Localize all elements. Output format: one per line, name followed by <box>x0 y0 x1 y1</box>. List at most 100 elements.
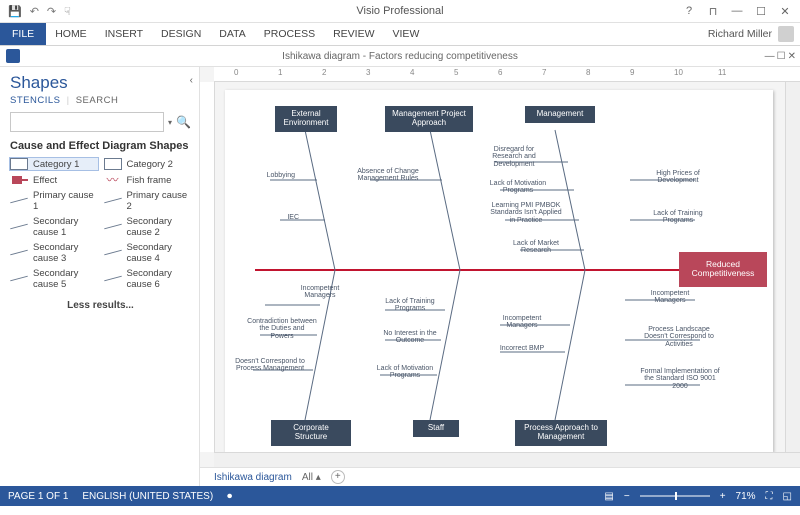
stencils-tab[interactable]: STENCILS <box>10 95 60 106</box>
shape-fish-frame[interactable]: 〰Fish frame <box>104 174 192 186</box>
tab-process[interactable]: PROCESS <box>255 23 324 45</box>
doc-close-icon[interactable]: ✕ <box>788 51 796 62</box>
shape-primary-cause-1[interactable]: Primary cause 1 <box>10 190 98 212</box>
ribbon-display-icon[interactable]: ⊓ <box>702 5 724 18</box>
tab-design[interactable]: DESIGN <box>152 23 210 45</box>
cause-process-landscape[interactable]: Process Landscape Doesn't Correspond to … <box>639 326 719 348</box>
undo-icon[interactable]: ↶ <box>30 5 39 18</box>
shape-category-2[interactable]: Category 2 <box>104 158 192 170</box>
fit-page-icon[interactable]: ⛶ <box>766 491 773 502</box>
cause-not-process[interactable]: Doesn't Correspond to Process Management <box>235 358 305 373</box>
tab-view[interactable]: VIEW <box>384 23 429 45</box>
app-title: Visio Professional <box>356 5 443 17</box>
cause-lack-market[interactable]: Lack of Market Research <box>501 240 571 255</box>
cat-staff[interactable]: Staff <box>413 420 459 437</box>
drawing-canvas[interactable]: External Environment Management Project … <box>215 82 785 452</box>
category-icon <box>10 158 28 170</box>
search-input[interactable] <box>10 112 164 132</box>
effect-icon <box>10 174 28 186</box>
cause-incompetent-mgrs[interactable]: Incompetent Managers <box>285 285 355 300</box>
pan-zoom-icon[interactable]: ◱ <box>783 491 792 502</box>
tab-file[interactable]: FILE <box>0 23 46 45</box>
minimize-icon[interactable]: — <box>726 5 748 18</box>
zoom-slider[interactable] <box>640 495 710 497</box>
cat-external-environment[interactable]: External Environment <box>275 106 337 132</box>
user-area[interactable]: Richard Miller <box>708 26 800 42</box>
tab-home[interactable]: HOME <box>46 23 96 45</box>
cause-lack-motivation[interactable]: Lack of Motivation Programs <box>483 180 553 195</box>
cat-process-approach[interactable]: Process Approach to Management <box>515 420 607 446</box>
shape-secondary-cause-5[interactable]: Secondary cause 5 <box>10 268 98 290</box>
redo-icon[interactable]: ↷ <box>47 5 56 18</box>
cause-absence-change[interactable]: Absence of Change Management Rules <box>353 168 423 183</box>
shape-category-1[interactable]: Category 1 <box>10 158 98 170</box>
scrollbar-horizontal[interactable] <box>214 452 800 467</box>
doc-minimize-icon[interactable]: — <box>765 51 775 62</box>
macro-record-icon[interactable]: ⏺ <box>227 491 232 502</box>
presentation-mode-icon[interactable]: ▤ <box>604 491 613 502</box>
cause-incorrect-bmp[interactable]: Incorrect BMP <box>487 345 557 352</box>
avatar-icon <box>778 26 794 42</box>
cause-high-prices[interactable]: High Prices of Development <box>643 170 713 185</box>
cause-iec[interactable]: IEC <box>269 214 299 221</box>
close-icon[interactable]: ✕ <box>774 5 796 18</box>
visio-file-icon <box>6 49 20 63</box>
line-icon <box>104 273 122 285</box>
cause-disregard[interactable]: Disregard for Research and Development <box>479 146 549 168</box>
cause-incompetent-mgrs-3[interactable]: Incompetent Managers <box>635 290 705 305</box>
search-dropdown-icon[interactable]: ▾ <box>168 118 172 127</box>
zoom-level[interactable]: 71% <box>736 491 756 502</box>
collapse-panel-icon[interactable]: ‹ <box>190 75 193 86</box>
body-area: ‹ Shapes STENCILS | SEARCH ▾ 🔍 Cause and… <box>0 67 800 486</box>
shape-secondary-cause-1[interactable]: Secondary cause 1 <box>10 216 98 238</box>
document-title-bar: Ishikawa diagram - Factors reducing comp… <box>0 46 800 67</box>
doc-maximize-icon[interactable]: ☐ <box>777 51 786 62</box>
shape-primary-cause-2[interactable]: Primary cause 2 <box>104 190 192 212</box>
shape-secondary-cause-2[interactable]: Secondary cause 2 <box>104 216 192 238</box>
zoom-in-icon[interactable]: + <box>720 491 726 502</box>
ruler-horizontal: 0 1 2 3 4 5 6 7 8 9 10 11 <box>214 67 800 82</box>
cat-management-project-approach[interactable]: Management Project Approach <box>385 106 473 132</box>
category-icon <box>104 158 122 170</box>
window-controls: ? ⊓ — ☐ ✕ <box>678 5 800 18</box>
cause-lack-training[interactable]: Lack of Training Programs <box>643 210 713 225</box>
help-icon[interactable]: ? <box>678 5 700 18</box>
sheet-tab-all[interactable]: All ▴ <box>302 472 321 483</box>
tab-review[interactable]: REVIEW <box>324 23 383 45</box>
add-sheet-icon[interactable]: + <box>331 470 345 484</box>
cause-lack-motivation-2[interactable]: Lack of Motivation Programs <box>370 365 440 380</box>
cause-lobbying[interactable]: Lobbying <box>255 172 295 179</box>
cause-incompetent-mgrs-2[interactable]: Incompetent Managers <box>487 315 557 330</box>
maximize-icon[interactable]: ☐ <box>750 5 772 18</box>
search-icon[interactable]: 🔍 <box>176 115 191 129</box>
ribbon-tabs: FILE HOME INSERT DESIGN DATA PROCESS REV… <box>0 23 800 45</box>
cat-corporate-structure[interactable]: Corporate Structure <box>271 420 351 446</box>
cat-management[interactable]: Management <box>525 106 595 123</box>
touch-mode-icon[interactable]: ☟ <box>64 5 71 18</box>
tab-data[interactable]: DATA <box>210 23 254 45</box>
save-icon[interactable]: 💾 <box>8 5 22 18</box>
zoom-out-icon[interactable]: − <box>624 491 630 502</box>
quick-access-toolbar: 💾 ↶ ↷ ☟ <box>0 5 71 18</box>
effect-box[interactable]: Reduced Competitiveness <box>679 252 767 287</box>
status-language[interactable]: ENGLISH (UNITED STATES) <box>82 491 213 502</box>
shape-secondary-cause-3[interactable]: Secondary cause 3 <box>10 242 98 264</box>
shape-secondary-cause-6[interactable]: Secondary cause 6 <box>104 268 192 290</box>
shape-effect[interactable]: Effect <box>10 174 98 186</box>
sheet-tab-active[interactable]: Ishikawa diagram <box>214 472 292 483</box>
scrollbar-vertical[interactable] <box>785 82 800 452</box>
page: External Environment Management Project … <box>225 90 773 452</box>
tab-insert[interactable]: INSERT <box>96 23 152 45</box>
line-icon <box>104 247 122 259</box>
title-bar: 💾 ↶ ↷ ☟ Visio Professional ? ⊓ — ☐ ✕ <box>0 0 800 23</box>
ribbon: FILE HOME INSERT DESIGN DATA PROCESS REV… <box>0 23 800 46</box>
less-results-link[interactable]: Less results... <box>10 300 191 311</box>
cause-formal-iso[interactable]: Formal Implementation of the Standard IS… <box>639 368 721 390</box>
search-tab[interactable]: SEARCH <box>76 95 119 106</box>
cause-lack-training-2[interactable]: Lack of Training Programs <box>375 298 445 313</box>
shape-secondary-cause-4[interactable]: Secondary cause 4 <box>104 242 192 264</box>
cause-contradiction[interactable]: Contradiction between the Duties and Pow… <box>247 318 317 340</box>
shape-group-title: Cause and Effect Diagram Shapes <box>10 140 191 152</box>
cause-learning-pmbok[interactable]: Learning PMI PMBOK Standards Isn't Appli… <box>487 202 565 224</box>
cause-no-interest[interactable]: No Interest in the Outcome <box>375 330 445 345</box>
